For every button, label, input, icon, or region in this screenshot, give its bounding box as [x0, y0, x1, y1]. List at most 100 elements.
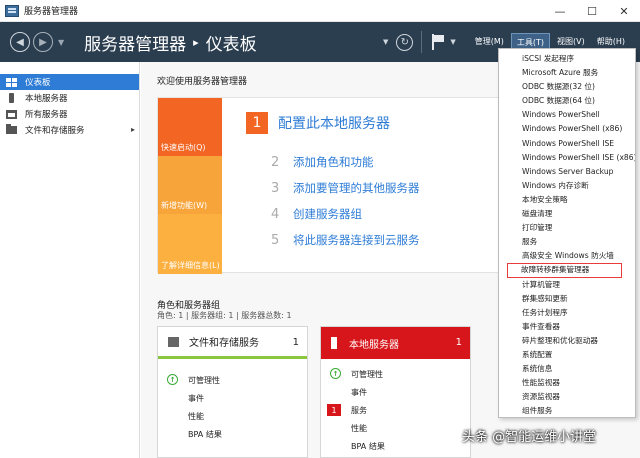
step-link[interactable]: 配置此本地服务器	[278, 113, 390, 133]
card-count: 1	[455, 337, 462, 348]
card-row-manageability[interactable]: ↑ 可管理性	[321, 365, 470, 383]
menu-item-print-management[interactable]: 打印管理	[499, 221, 635, 235]
menu-item-computer-management[interactable]: 计算机管理	[499, 278, 635, 292]
server-manager-icon	[5, 4, 19, 17]
refresh-icon[interactable]: ↻	[396, 33, 414, 51]
menu-item-services[interactable]: 服务	[499, 235, 635, 249]
back-arrow-icon[interactable]: ◀	[10, 32, 30, 52]
card-row-bpa[interactable]: BPA 结果	[158, 425, 307, 443]
menu-item-server-backup[interactable]: Windows Server Backup	[499, 165, 635, 179]
folder-icon	[168, 336, 179, 347]
maximize-button[interactable]: ☐	[576, 0, 608, 22]
title-bar: 服务器管理器 — ☐ ✕	[0, 0, 640, 22]
step-number: 3	[271, 180, 280, 196]
menu-item-firewall[interactable]: 高级安全 Windows 防火墙	[499, 249, 635, 263]
breadcrumb-root[interactable]: 服务器管理器	[84, 30, 186, 55]
step-create-group[interactable]: 4 创建服务器组	[271, 206, 362, 222]
sidebar-item-file-storage[interactable]: 文件和存储服务 ▸	[0, 122, 139, 138]
check-circle-icon: ↑	[167, 374, 178, 385]
sidebar: 仪表板 本地服务器 所有服务器 文件和存储服务 ▸	[0, 62, 140, 458]
card-row-label: BPA 结果	[188, 429, 222, 439]
step-link[interactable]: 将此服务器连接到云服务	[293, 232, 420, 248]
menu-item-component-services[interactable]: 组件服务	[499, 404, 635, 418]
card-row-performance[interactable]: 性能	[321, 419, 470, 437]
card-row-events[interactable]: 事件	[158, 389, 307, 407]
card-header[interactable]: 文件和存储服务 1	[158, 327, 307, 359]
card-row-services[interactable]: 1 服务	[321, 401, 470, 419]
roles-section-summary: 角色: 1 | 服务器组: 1 | 服务器总数: 1	[157, 311, 292, 320]
dropdown-chevron-icon[interactable]: ▼	[383, 38, 388, 46]
menu-item-failover-cluster-manager[interactable]: 故障转移群集管理器	[507, 263, 622, 278]
menu-item-odbc32[interactable]: ODBC 数据源(32 位)	[499, 80, 635, 94]
card-row-performance[interactable]: 性能	[158, 407, 307, 425]
card-row-label: 事件	[188, 393, 204, 403]
card-title: 本地服务器	[349, 339, 399, 351]
menu-item-system-configuration[interactable]: 系统配置	[499, 348, 635, 362]
minimize-button[interactable]: —	[544, 0, 576, 22]
history-dropdown-icon[interactable]: ▼	[58, 38, 64, 47]
menu-item-memory-diagnostic[interactable]: Windows 内存诊断	[499, 179, 635, 193]
menu-item-system-information[interactable]: 系统信息	[499, 362, 635, 376]
step-number: 5	[271, 232, 280, 248]
sidebar-item-label: 仪表板	[25, 78, 51, 88]
flag-dropdown-icon[interactable]: ▼	[450, 38, 455, 46]
step-number: 4	[271, 206, 280, 222]
card-header[interactable]: 本地服务器 1	[321, 327, 470, 359]
quick-start-tile[interactable]: 快速启动(Q)	[158, 98, 222, 156]
tools-menu-dropdown: iSCSI 发起程序 Microsoft Azure 服务 ODBC 数据源(3…	[498, 48, 636, 418]
menu-item-performance-monitor[interactable]: 性能监视器	[499, 376, 635, 390]
notification-flag-icon[interactable]	[430, 34, 446, 50]
menu-item-task-scheduler[interactable]: 任务计划程序	[499, 306, 635, 320]
server-icon	[5, 93, 17, 103]
menu-item-odbc64[interactable]: ODBC 数据源(64 位)	[499, 94, 635, 108]
watermark-text: 头条 @智能运维小讲堂	[462, 430, 597, 445]
menu-item-disk-cleanup[interactable]: 磁盘清理	[499, 207, 635, 221]
breadcrumb: 服务器管理器 ▸ 仪表板	[84, 30, 257, 55]
step-link[interactable]: 添加角色和功能	[293, 154, 374, 170]
step-configure-local-server[interactable]: 1 配置此本地服务器	[246, 112, 390, 134]
role-card-local-server[interactable]: 本地服务器 1 ↑ 可管理性 事件 1 服务 性能 BPA 结果	[320, 326, 471, 458]
learn-more-tile[interactable]: 了解详细信息(L)	[158, 214, 222, 274]
window-controls: — ☐ ✕	[544, 0, 640, 22]
sidebar-item-label: 文件和存储服务	[25, 126, 85, 136]
card-row-bpa[interactable]: BPA 结果	[321, 437, 470, 455]
step-add-roles[interactable]: 2 添加角色和功能	[271, 154, 374, 170]
card-row-label: 事件	[351, 387, 367, 397]
menu-item-cluster-aware-updating[interactable]: 群集感知更新	[499, 292, 635, 306]
card-title: 文件和存储服务	[189, 338, 259, 349]
header-divider	[421, 31, 423, 53]
chevron-right-icon[interactable]: ▸	[131, 125, 135, 134]
card-row-label: 可管理性	[188, 375, 220, 385]
menu-item-powershell-ise[interactable]: Windows PowerShell ISE	[499, 137, 635, 151]
menu-item-event-viewer[interactable]: 事件查看器	[499, 320, 635, 334]
card-row-label: 可管理性	[351, 369, 383, 379]
folder-icon	[5, 124, 17, 135]
step-link[interactable]: 创建服务器组	[293, 206, 362, 222]
card-row-manageability[interactable]: ↑ 可管理性	[158, 371, 307, 389]
card-row-label: 性能	[351, 423, 367, 433]
step-number: 2	[271, 154, 280, 170]
step-connect-cloud[interactable]: 5 将此服务器连接到云服务	[271, 232, 420, 248]
sidebar-item-local-server[interactable]: 本地服务器	[0, 90, 139, 106]
menu-item-iscsi[interactable]: iSCSI 发起程序	[499, 52, 635, 66]
card-row-events[interactable]: 事件	[321, 383, 470, 401]
dashboard-icon	[5, 77, 17, 87]
step-link[interactable]: 添加要管理的其他服务器	[293, 180, 420, 196]
close-button[interactable]: ✕	[608, 0, 640, 22]
role-card-file-storage[interactable]: 文件和存储服务 1 ↑ 可管理性 事件 性能 BPA 结果	[157, 326, 308, 458]
forward-arrow-icon[interactable]: ▶	[33, 32, 53, 52]
menu-item-powershell-x86[interactable]: Windows PowerShell (x86)	[499, 122, 635, 136]
whats-new-tile[interactable]: 新增功能(W)	[158, 156, 222, 214]
menu-item-azure[interactable]: Microsoft Azure 服务	[499, 66, 635, 80]
menu-item-defragment[interactable]: 碎片整理和优化驱动器	[499, 334, 635, 348]
step-add-servers[interactable]: 3 添加要管理的其他服务器	[271, 180, 420, 196]
menu-item-local-security-policy[interactable]: 本地安全策略	[499, 193, 635, 207]
menu-item-powershell-ise-x86[interactable]: Windows PowerShell ISE (x86)	[499, 151, 635, 165]
alert-count-badge: 1	[327, 404, 341, 416]
menu-item-resource-monitor[interactable]: 资源监视器	[499, 390, 635, 404]
menu-item-powershell[interactable]: Windows PowerShell	[499, 108, 635, 122]
sidebar-item-label: 所有服务器	[25, 110, 68, 120]
sidebar-item-all-servers[interactable]: 所有服务器	[0, 106, 139, 122]
card-rows: ↑ 可管理性 事件 1 服务 性能 BPA 结果	[321, 359, 470, 455]
sidebar-item-dashboard[interactable]: 仪表板	[0, 74, 139, 90]
